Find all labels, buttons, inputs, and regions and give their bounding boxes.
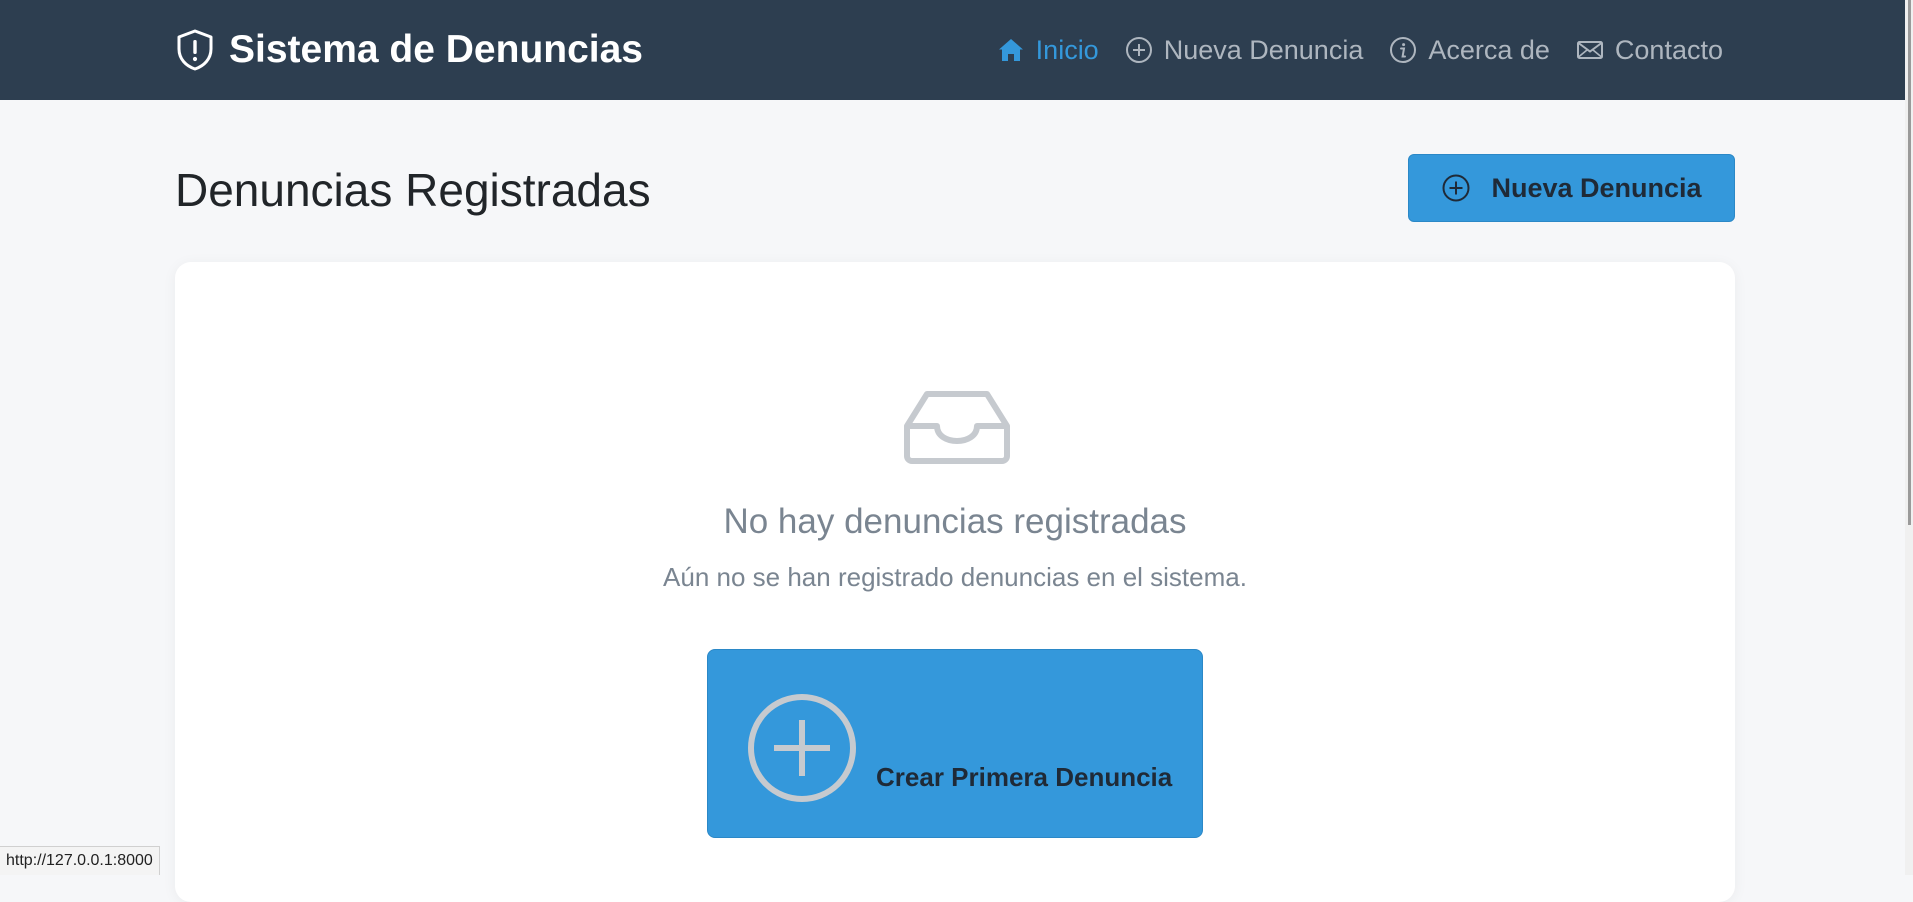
house-icon bbox=[998, 39, 1023, 61]
plus-circle-icon bbox=[748, 694, 856, 802]
envelope-icon bbox=[1576, 41, 1603, 59]
nav-item-label: Inicio bbox=[1035, 34, 1099, 65]
complaints-card: No hay denuncias registradas Aún no se h… bbox=[175, 262, 1735, 902]
shield-exclamation-icon bbox=[177, 29, 213, 71]
navbar: Sistema de Denuncias Inicio Nueva Denunc… bbox=[0, 0, 1913, 100]
nav-links: Inicio Nueva Denuncia Acerca de Contacto bbox=[997, 30, 1723, 70]
create-first-complaint-button[interactable]: Crear Primera Denuncia bbox=[707, 649, 1203, 838]
plus-circle-icon bbox=[1125, 37, 1152, 63]
empty-state-title: No hay denuncias registradas bbox=[723, 502, 1187, 541]
inbox-icon bbox=[904, 391, 1010, 464]
brand[interactable]: Sistema de Denuncias bbox=[175, 25, 643, 75]
new-complaint-button-label: Nueva Denuncia bbox=[1491, 172, 1702, 203]
nav-item-inicio[interactable]: Inicio bbox=[997, 35, 1099, 66]
new-complaint-button[interactable]: Nueva Denuncia bbox=[1408, 154, 1735, 222]
status-bar-url: http://127.0.0.1:8000 bbox=[0, 846, 160, 875]
nav-item-label: Contacto bbox=[1614, 34, 1723, 65]
plus-circle-icon bbox=[1442, 174, 1470, 202]
nav-item-label: Nueva Denuncia bbox=[1163, 34, 1364, 65]
info-circle-icon bbox=[1390, 37, 1417, 63]
brand-title: Sistema de Denuncias bbox=[229, 28, 643, 71]
create-first-complaint-label: Crear Primera Denuncia bbox=[876, 762, 1173, 792]
nav-item-contacto[interactable]: Contacto bbox=[1576, 35, 1723, 66]
nav-item-nueva-denuncia[interactable]: Nueva Denuncia bbox=[1125, 34, 1364, 66]
scrollbar-thumb[interactable] bbox=[1908, 0, 1911, 525]
page-title: Denuncias Registradas bbox=[175, 164, 651, 216]
nav-item-acerca-de[interactable]: Acerca de bbox=[1389, 35, 1550, 66]
nav-item-label: Acerca de bbox=[1428, 34, 1550, 65]
empty-state-subtitle: Aún no se han registrado denuncias en el… bbox=[663, 562, 1247, 592]
